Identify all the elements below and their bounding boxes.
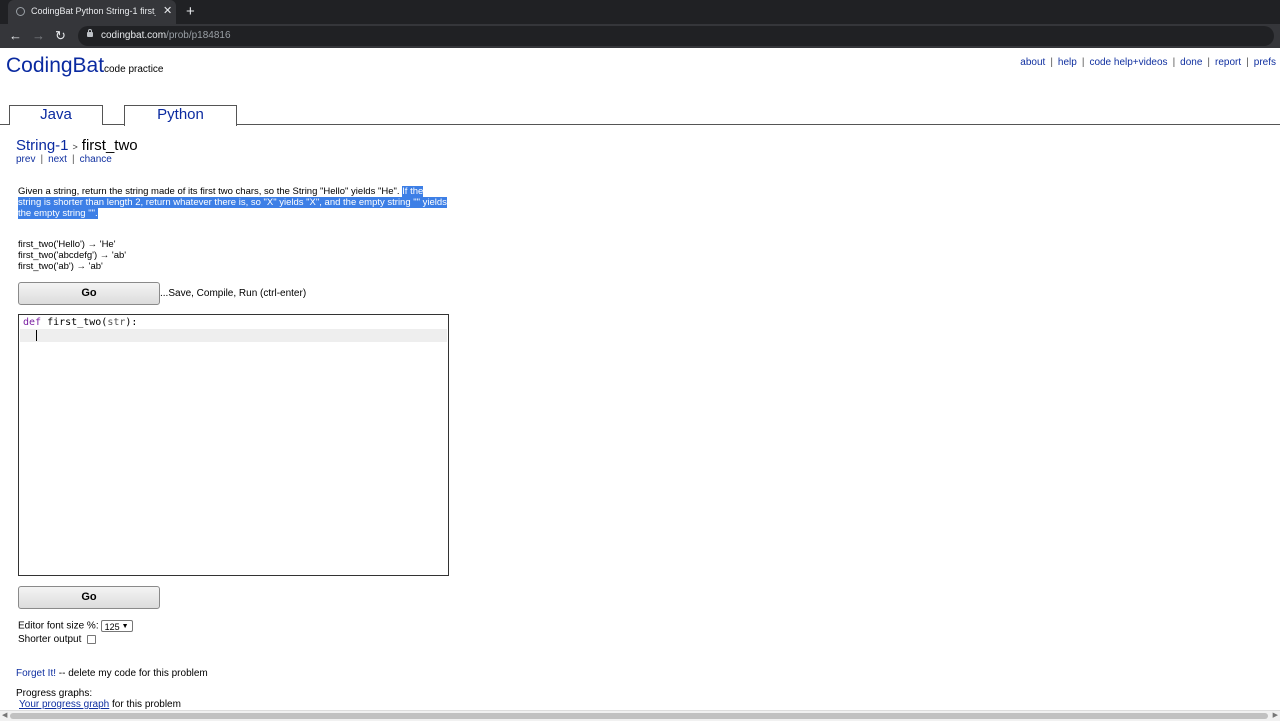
browser-tab[interactable]: CodingBat Python String-1 first_t ✕: [8, 0, 176, 24]
new-tab-icon[interactable]: +: [186, 3, 195, 20]
go-hint: ...Save, Compile, Run (ctrl-enter): [160, 288, 307, 299]
description-text: Given a string, return the string made o…: [18, 186, 400, 197]
logo-subtitle: code practice: [104, 64, 164, 75]
code-function-name: first_two(: [47, 317, 108, 328]
problem-description: Given a string, return the string made o…: [18, 186, 448, 219]
shorter-output-label: Shorter output: [18, 634, 82, 645]
next-link[interactable]: next: [48, 154, 67, 165]
breadcrumb: String-1 > first_two: [16, 137, 138, 154]
progress-heading: Progress graphs:: [16, 688, 93, 699]
forget-it: Forget It! -- delete my code for this pr…: [16, 668, 208, 679]
url-host: codingbat.com: [101, 30, 167, 41]
font-size-label: Editor font size %:: [18, 620, 99, 632]
nav-code-help-videos-link[interactable]: code help+videos: [1089, 57, 1167, 68]
go-button-bottom[interactable]: Go: [18, 586, 160, 609]
browser-toolbar: ← → ↻ codingbat.com/prob/p184816: [0, 24, 1280, 48]
progress-line: Your progress graph for this problem: [19, 699, 181, 710]
progress-graph-link[interactable]: Your progress graph: [19, 699, 109, 710]
go-button[interactable]: Go: [18, 282, 160, 305]
nav-done-link[interactable]: done: [1180, 57, 1202, 68]
text-cursor: [36, 330, 37, 341]
prev-link[interactable]: prev: [16, 154, 35, 165]
examples: first_two('Hello') → 'He' first_two('abc…: [18, 239, 126, 272]
code-line: def first_two(str):: [23, 317, 137, 328]
example-line: first_two('Hello') → 'He': [18, 239, 116, 250]
scroll-right-icon[interactable]: ▶: [1273, 711, 1278, 719]
site-favicon-icon: [16, 7, 25, 16]
shorter-output-option: Shorter output: [18, 634, 97, 645]
nav-report-link[interactable]: report: [1215, 57, 1241, 68]
chevron-down-icon: ▼: [121, 623, 129, 630]
font-size-option: Editor font size %: 125 ▼: [18, 620, 133, 632]
problem-nav: prev | next | chance: [16, 154, 112, 165]
codingbat-logo[interactable]: CodingBat: [6, 54, 104, 78]
font-size-value: 125: [104, 622, 120, 632]
code-param: str: [107, 317, 126, 328]
close-tab-icon[interactable]: ✕: [163, 4, 172, 17]
browser-tab-title: CodingBat Python String-1 first_t: [31, 6, 156, 16]
scrollbar-thumb[interactable]: [10, 713, 1268, 719]
shorter-output-checkbox[interactable]: [87, 634, 97, 644]
tab-java[interactable]: Java: [9, 105, 103, 125]
nav-about-link[interactable]: about: [1020, 57, 1045, 68]
forget-it-link[interactable]: Forget It!: [16, 668, 56, 679]
address-bar[interactable]: codingbat.com/prob/p184816: [78, 26, 1274, 46]
example-line: first_two('ab') → 'ab': [18, 261, 103, 272]
font-size-select[interactable]: 125 ▼: [100, 620, 133, 632]
tab-python[interactable]: Python: [124, 105, 237, 126]
top-nav: about | help | code help+videos | done | report |…: [1020, 57, 1276, 68]
chance-link[interactable]: chance: [80, 154, 112, 165]
example-line: first_two('abcdefg') → 'ab': [18, 250, 127, 261]
nav-help-link[interactable]: help: [1058, 57, 1077, 68]
browser-tab-bar: CodingBat Python String-1 first_t ✕ +: [0, 0, 1280, 24]
nav-prefs-link[interactable]: prefs: [1254, 57, 1276, 68]
forget-it-text: -- delete my code for this problem: [58, 668, 208, 679]
code-editor[interactable]: def first_two(str):: [18, 314, 449, 576]
progress-text: for this problem: [112, 699, 181, 710]
breadcrumb-arrow: >: [72, 142, 78, 152]
url-path: /prob/p184816: [166, 30, 231, 41]
reload-icon[interactable]: ↻: [55, 28, 66, 44]
address-url: codingbat.com/prob/p184816: [101, 30, 231, 41]
horizontal-scrollbar[interactable]: ◀ ▶: [0, 710, 1280, 721]
back-arrow-icon[interactable]: ←: [9, 28, 22, 43]
code-end: ):: [125, 317, 138, 328]
problem-title: first_two: [81, 137, 138, 154]
scroll-left-icon[interactable]: ◀: [2, 711, 7, 719]
forward-arrow-icon[interactable]: →: [32, 28, 45, 43]
code-keyword: def: [23, 317, 42, 328]
current-line-highlight: [20, 329, 447, 342]
breadcrumb-section-link[interactable]: String-1: [16, 137, 69, 154]
lock-icon[interactable]: [87, 29, 93, 37]
